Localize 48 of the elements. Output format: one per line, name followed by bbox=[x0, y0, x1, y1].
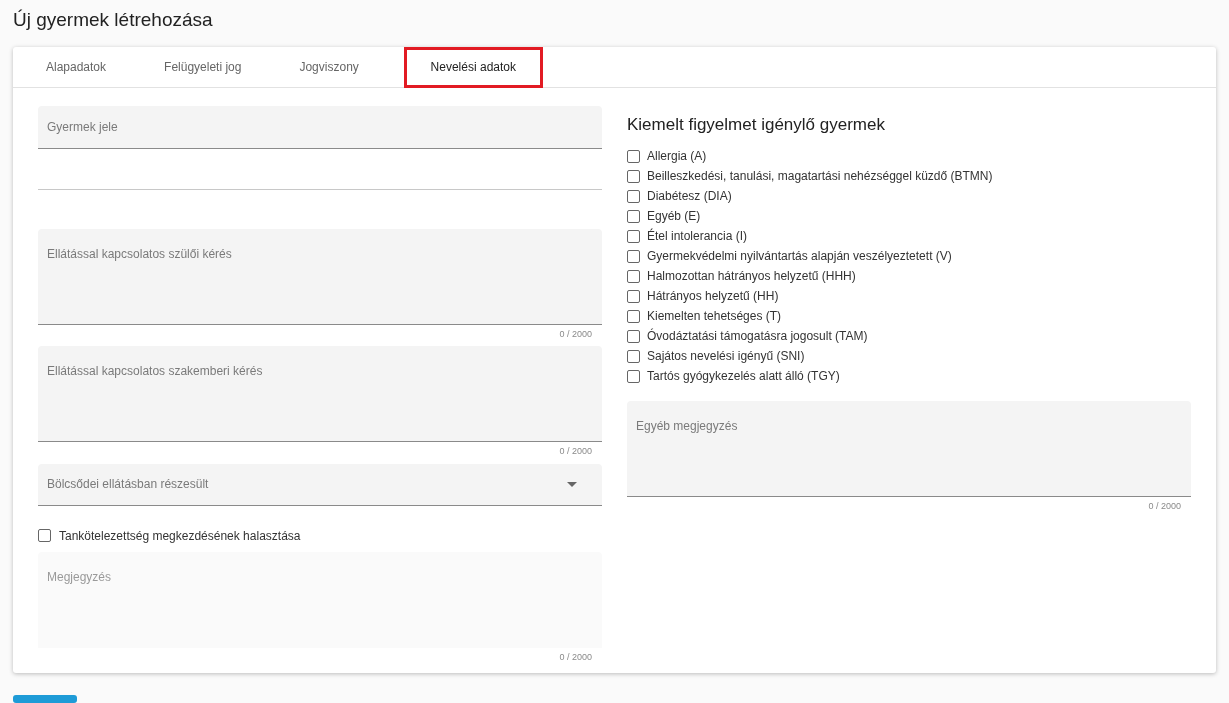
field-label: Megjegyzés bbox=[47, 569, 112, 584]
character-counter: 0 / 2000 bbox=[559, 445, 592, 459]
checkbox-label: Étel intolerancia (I) bbox=[647, 227, 748, 246]
checkbox-label: Egyéb (E) bbox=[647, 208, 701, 226]
checkbox[interactable] bbox=[627, 249, 640, 263]
textarea-field[interactable]: Ellátással kapcsolatos szakemberi kérés bbox=[38, 346, 602, 443]
page-title: Új gyermek létrehozása bbox=[13, 8, 213, 32]
checkbox[interactable] bbox=[627, 229, 640, 243]
field-label: Ellátással kapcsolatos szakemberi kérés bbox=[47, 364, 263, 379]
text-field[interactable]: Gyermek jele bbox=[38, 105, 602, 149]
checkbox-label: Óvodáztatási támogatásra jogosult (TAM) bbox=[647, 327, 868, 346]
textarea-field[interactable]: Ellátással kapcsolatos szülői kérés bbox=[38, 228, 602, 325]
character-counter: 0 / 2000 bbox=[559, 327, 592, 341]
checkbox[interactable] bbox=[627, 369, 640, 383]
checkbox[interactable] bbox=[627, 329, 640, 343]
checkbox[interactable] bbox=[627, 169, 640, 183]
checkbox-label: Diabétesz (DIA) bbox=[647, 188, 732, 206]
checkbox[interactable] bbox=[38, 529, 51, 543]
select-field[interactable]: Bölcsődei ellátásban részesült bbox=[38, 463, 602, 506]
field-label: Egyéb megjegyzés bbox=[636, 419, 738, 434]
field-label: Bölcsődei ellátásban részesült bbox=[47, 476, 209, 494]
checkbox-label: Allergia (A) bbox=[647, 148, 707, 166]
checkbox[interactable] bbox=[627, 209, 640, 223]
field-label: Ellátással kapcsolatos szülői kérés bbox=[47, 246, 232, 261]
checkbox[interactable] bbox=[627, 309, 640, 323]
checkbox-label: Gyermekvédelmi nyilvántartás alapján veszélyeztetett (V) bbox=[647, 248, 952, 266]
section-title: Kiemelt figyelmet igénylő gyermek bbox=[627, 113, 886, 136]
checkbox-label: Tankötelezettség megkezdésének halasztása bbox=[59, 527, 301, 545]
checkbox-label: Hátrányos helyzetű (HH) bbox=[647, 288, 779, 306]
tab[interactable]: Nevelési adatok bbox=[403, 46, 543, 88]
tab[interactable]: Alapadatok bbox=[27, 46, 126, 88]
character-counter: 0 / 2000 bbox=[1148, 500, 1181, 514]
checkbox-label: Sajátos nevelési igényű (SNI) bbox=[647, 348, 805, 366]
checkbox[interactable] bbox=[627, 349, 640, 363]
checkbox[interactable] bbox=[627, 289, 640, 303]
checkbox-label: Halmozottan hátrányos helyzetű (HHH) bbox=[647, 268, 856, 286]
checkbox-label: Kiemelten tehetséges (T) bbox=[647, 308, 782, 326]
checkbox-label: Tartós gyógykezelés alatt álló (TGY) bbox=[647, 368, 840, 386]
tab[interactable]: Jogviszony bbox=[280, 46, 378, 88]
character-counter: 0 / 2000 bbox=[559, 650, 592, 664]
tab[interactable]: Felügyeleti jog bbox=[145, 46, 261, 88]
checkbox-label: Beilleszkedési, tanulási, magatartási nehézséggel küzdő (BTMN) bbox=[647, 168, 993, 186]
checkbox[interactable] bbox=[627, 149, 640, 163]
textarea-field[interactable]: Egyéb megjegyzés bbox=[627, 401, 1191, 498]
checkbox[interactable] bbox=[627, 269, 640, 283]
checkbox[interactable] bbox=[627, 189, 640, 203]
field-label: Gyermek jele bbox=[47, 118, 118, 136]
dropdown-caret-icon bbox=[567, 481, 577, 487]
